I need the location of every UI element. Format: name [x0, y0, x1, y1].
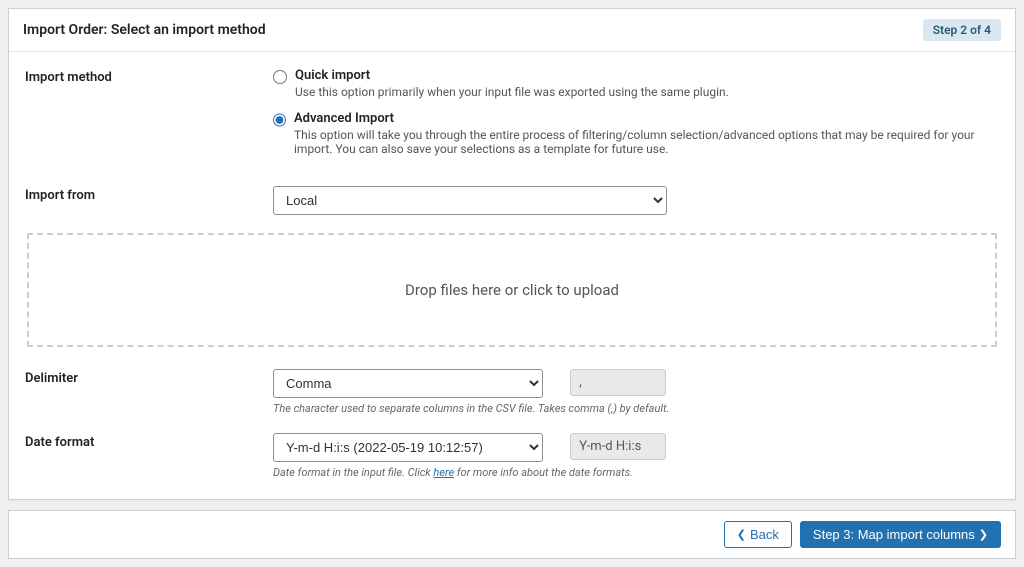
radio-advanced-import-input[interactable]	[273, 113, 286, 127]
date-help-post: for more info about the date formats.	[454, 466, 633, 479]
field-import-method: Quick import Use this option primarily w…	[273, 68, 999, 168]
back-button-label: Back	[750, 527, 779, 542]
chevron-left-icon: ❮	[737, 528, 746, 541]
import-card: Import Order: Select an import method St…	[8, 8, 1016, 500]
row-import-from: Import from Local	[25, 186, 999, 215]
radio-quick-import-label: Quick import	[295, 68, 729, 83]
next-button-label: Step 3: Map import columns	[813, 527, 975, 542]
date-format-preview: Y-m-d H:i:s	[570, 433, 666, 460]
label-import-method: Import method	[25, 68, 273, 85]
select-import-from[interactable]: Local	[273, 186, 667, 215]
label-delimiter: Delimiter	[25, 369, 273, 386]
radio-quick-import-desc: Use this option primarily when your inpu…	[295, 85, 729, 99]
radio-advanced-import-desc: This option will take you through the en…	[294, 128, 999, 156]
select-date-format[interactable]: Y-m-d H:i:s (2022-05-19 10:12:57)	[273, 433, 543, 462]
row-import-method: Import method Quick import Use this opti…	[25, 68, 999, 168]
date-format-help: Date format in the input file. Click her…	[273, 466, 999, 479]
chevron-right-icon: ❯	[979, 528, 988, 541]
radio-advanced-import: Advanced Import This option will take yo…	[273, 111, 999, 156]
field-delimiter: Comma , The character used to separate c…	[273, 369, 999, 415]
card-body: Import method Quick import Use this opti…	[9, 52, 1015, 499]
field-import-from: Local	[273, 186, 999, 215]
next-button[interactable]: Step 3: Map import columns ❯	[800, 521, 1001, 548]
label-date-format: Date format	[25, 433, 273, 450]
radio-quick-import: Quick import Use this option primarily w…	[273, 68, 999, 99]
page-title: Import Order: Select an import method	[23, 22, 266, 38]
delimiter-preview: ,	[570, 369, 666, 396]
card-header: Import Order: Select an import method St…	[9, 9, 1015, 52]
field-date-format: Y-m-d H:i:s (2022-05-19 10:12:57) Y-m-d …	[273, 433, 999, 479]
row-date-format: Date format Y-m-d H:i:s (2022-05-19 10:1…	[25, 433, 999, 479]
row-delimiter: Delimiter Comma , The character used to …	[25, 369, 999, 415]
dropzone-text: Drop files here or click to upload	[405, 281, 619, 299]
wizard-footer: ❮ Back Step 3: Map import columns ❯	[8, 510, 1016, 559]
step-badge: Step 2 of 4	[923, 19, 1001, 41]
label-import-from: Import from	[25, 186, 273, 203]
date-help-pre: Date format in the input file. Click	[273, 466, 433, 479]
file-dropzone[interactable]: Drop files here or click to upload	[27, 233, 997, 347]
radio-advanced-import-label: Advanced Import	[294, 111, 999, 126]
back-button[interactable]: ❮ Back	[724, 521, 792, 548]
radio-quick-import-input[interactable]	[273, 70, 287, 84]
date-format-help-link[interactable]: here	[433, 466, 454, 479]
select-delimiter[interactable]: Comma	[273, 369, 543, 398]
delimiter-help: The character used to separate columns i…	[273, 402, 999, 415]
